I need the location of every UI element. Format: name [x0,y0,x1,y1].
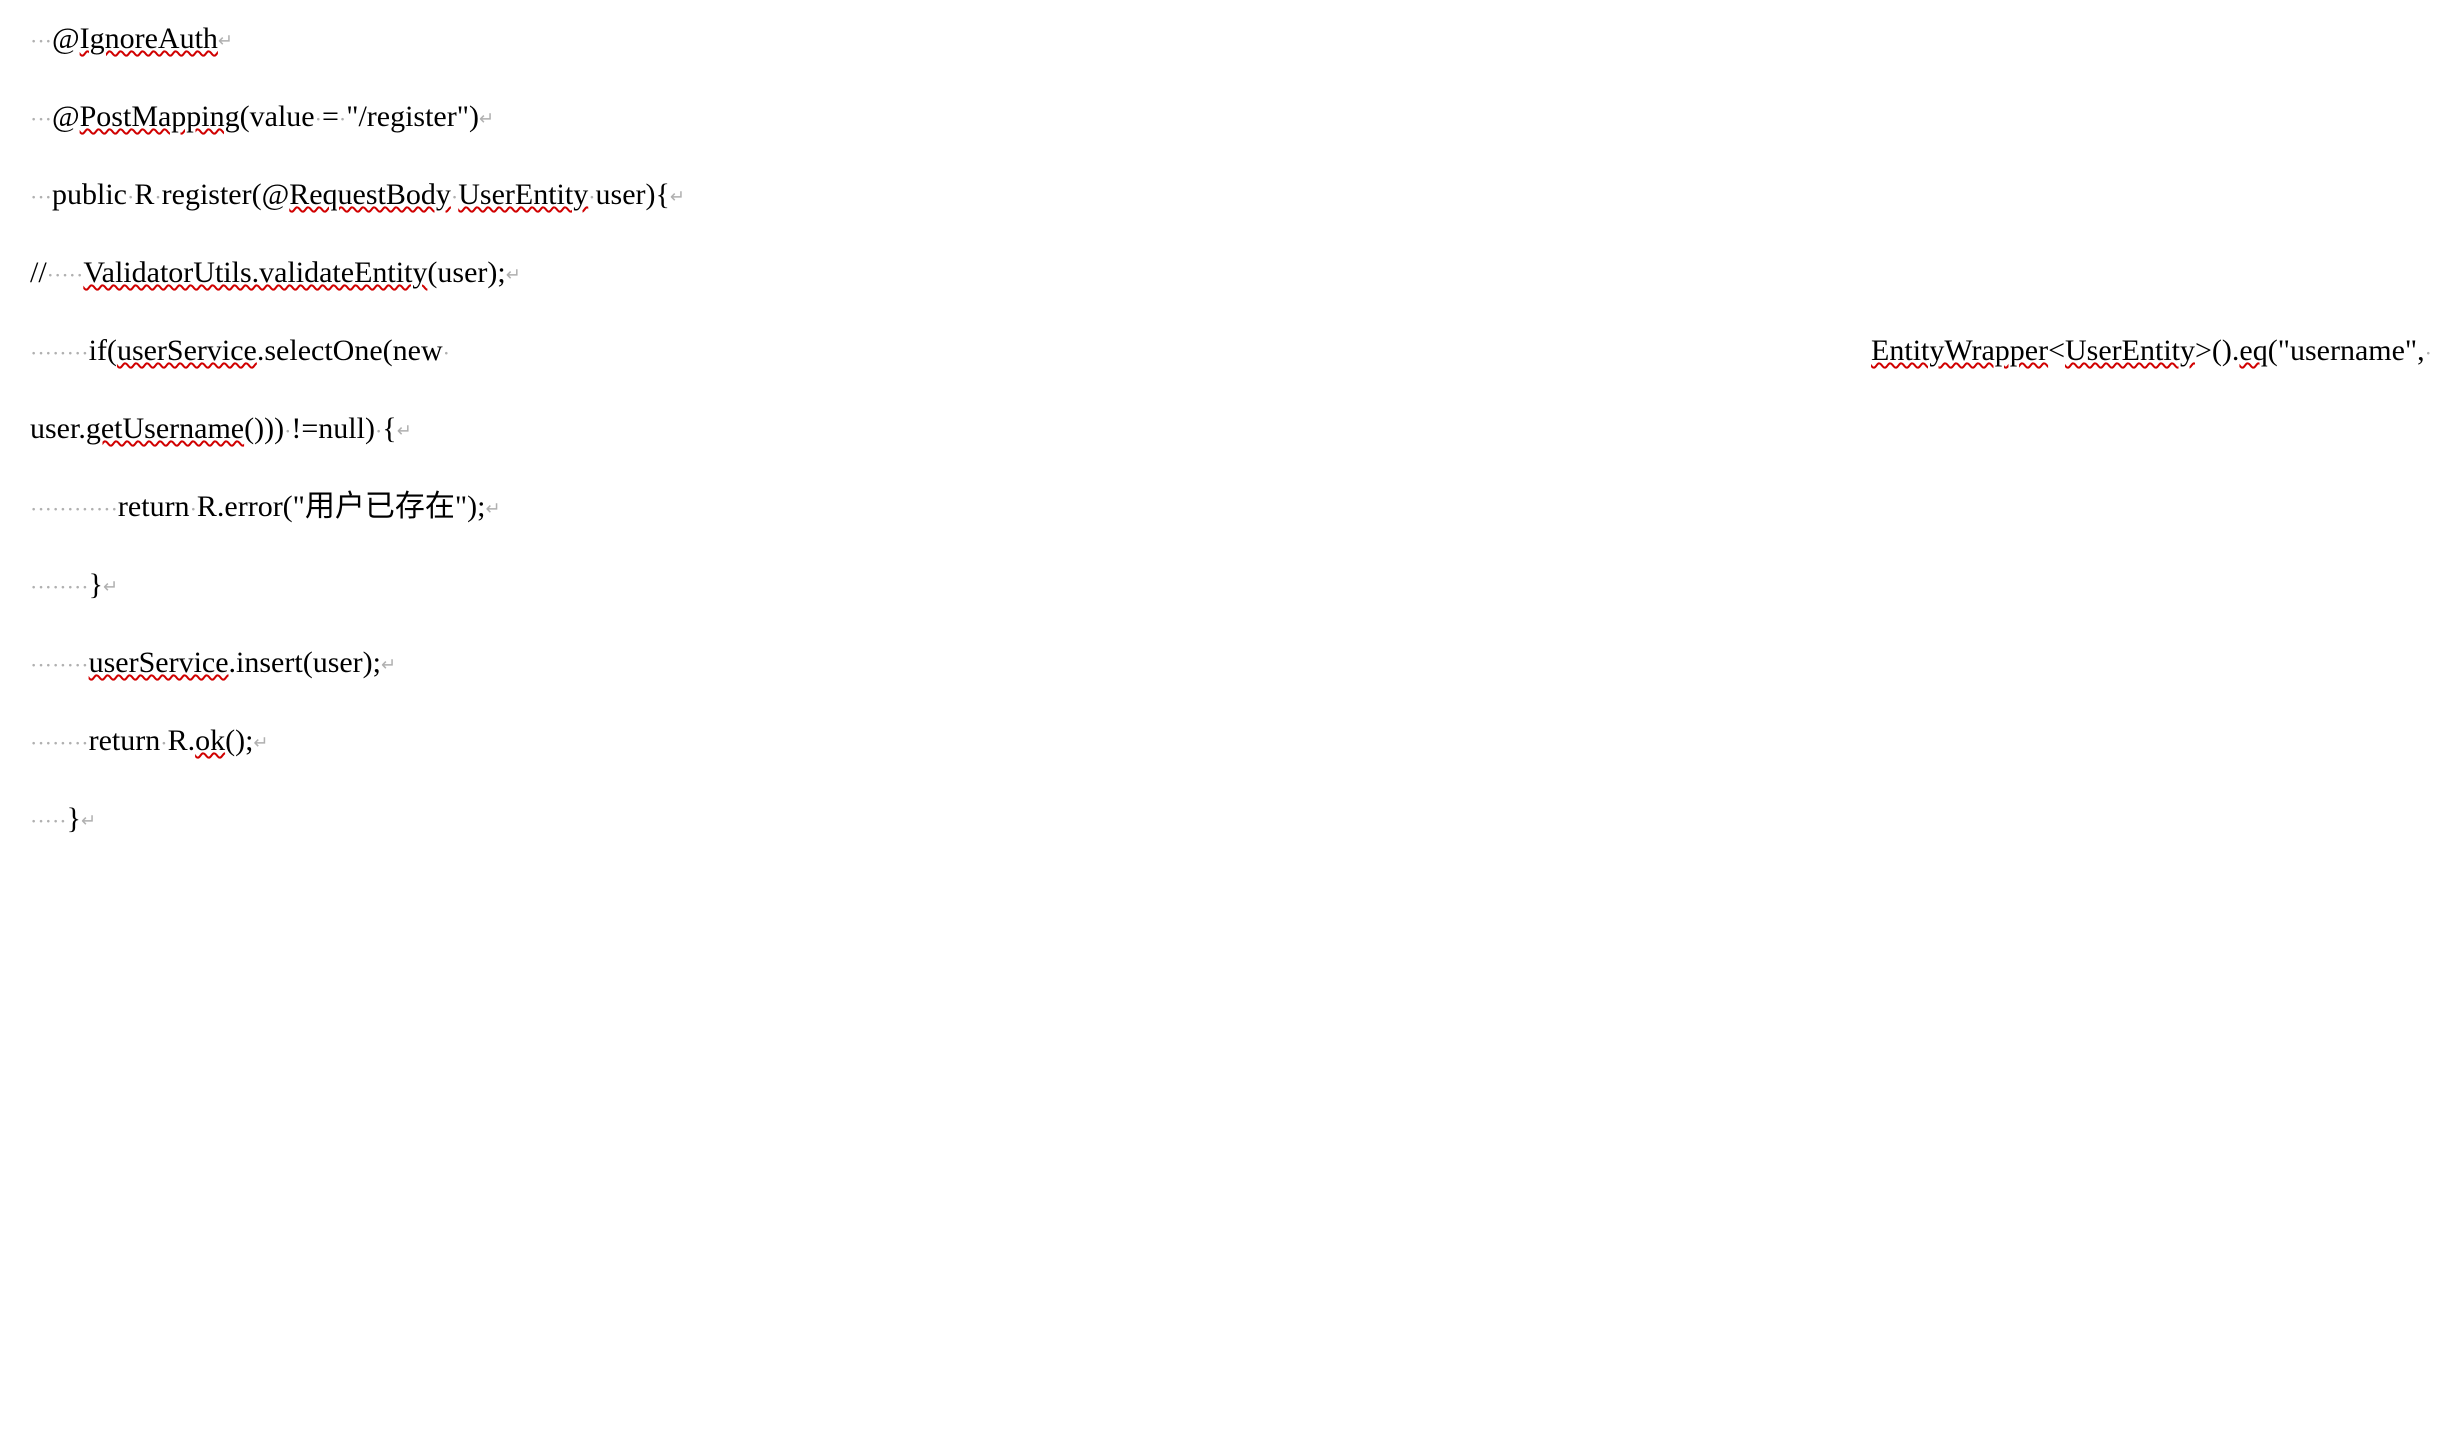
code-text: (user); [427,256,505,289]
code-text: !=null) [291,412,375,445]
code-text: .insert(user); [229,646,381,679]
code-line-5a: ········if(userService.selectOne(new·Ent… [30,312,2432,390]
indent-dots: ········ [30,341,89,366]
code-text: } [89,568,103,601]
code-text: @IgnoreAuth [52,22,218,55]
code-line-3: ···public·R·register(@RequestBody·UserEn… [30,156,2432,234]
type-userentity: UserEntity [458,178,588,211]
var-userservice: userService [117,334,257,367]
code-text: { [382,412,396,445]
indent-dots: ············ [30,497,118,522]
indent-dots: ··· [30,185,52,210]
return-mark-icon: ↵ [103,577,118,597]
indent-dots: ········ [30,731,89,756]
code-text: (); [225,724,253,757]
code-text: R.error("用户已存在"); [197,490,486,523]
space-dot-icon: · [315,107,322,132]
code-text: ("username", [2268,334,2425,367]
code-line-9: ········return·R.ok();↵ [30,702,2432,780]
code-text: .selectOne(new [257,334,443,367]
space-dot-icon: · [2425,341,2432,366]
code-text: register(@ [162,178,290,211]
method-validatorutils: ValidatorUtils.validateEntity [83,256,427,289]
annotation-requestbody: RequestBody [289,178,451,211]
code-line-1: ···@IgnoreAuth↵ [30,0,2432,78]
code-text: } [67,802,81,835]
return-mark-icon: ↵ [253,733,268,753]
code-line-4: //·····ValidatorUtils.validateEntity(use… [30,234,2432,312]
justify-gap [450,312,1871,390]
code-text: return [89,724,161,757]
var-userservice: userService [89,646,229,679]
return-mark-icon: ↵ [397,421,412,441]
code-text: @ [52,100,80,133]
indent-dots: ··· [30,29,52,54]
code-text: public [52,178,127,211]
annotation-postmapping: PostMapping [80,100,240,133]
code-text: "/register") [346,100,479,133]
method-ok: ok [195,724,225,757]
code-text: user){ [596,178,670,211]
return-mark-icon: ↵ [81,811,96,831]
code-line-5b: user.getUsername()))·!=null)·{↵ [30,390,2432,468]
return-mark-icon: ↵ [486,499,501,519]
type-entitywrapper: EntityWrapper [1871,334,2048,367]
return-mark-icon: ↵ [506,265,521,285]
code-line-6: ············return·R.error("用户已存在");↵ [30,468,2432,546]
comment-prefix: // [30,256,47,289]
return-mark-icon: ↵ [670,187,685,207]
code-text: return [118,490,190,523]
code-line-2: ···@PostMapping(value·=·"/register")↵ [30,78,2432,156]
space-dot-icon: · [443,341,450,366]
code-text: R. [168,724,196,757]
space-dot-icon: · [190,497,197,522]
code-text: ())) [244,412,284,445]
indent-dots: ····· [30,809,67,834]
space-dot-icon: · [160,731,167,756]
type-userentity: UserEntity [2065,334,2195,367]
code-line-7: ········}↵ [30,546,2432,624]
space-dot-icon: · [588,185,595,210]
return-mark-icon: ↵ [479,109,494,129]
return-mark-icon: ↵ [218,31,233,51]
return-mark-icon: ↵ [381,655,396,675]
indent-dots: ········ [30,575,89,600]
indent-dots: ····· [47,263,84,288]
annotation-ignoreauth: IgnoreAuth [80,22,218,55]
method-getusername: getUsername [86,412,244,445]
code-line-10: ·····}↵ [30,780,2432,858]
indent-dots: ········ [30,653,89,678]
code-text: (value [240,100,315,133]
code-text: if( [89,334,117,367]
indent-dots: ··· [30,107,52,132]
space-dot-icon: · [154,185,161,210]
method-eq: eq [2239,334,2267,367]
code-text: = [322,100,339,133]
code-text: < [2048,334,2065,367]
code-line-8: ········userService.insert(user);↵ [30,624,2432,702]
code-text: R [134,178,154,211]
code-text: user. [30,412,86,445]
code-text: >(). [2195,334,2239,367]
